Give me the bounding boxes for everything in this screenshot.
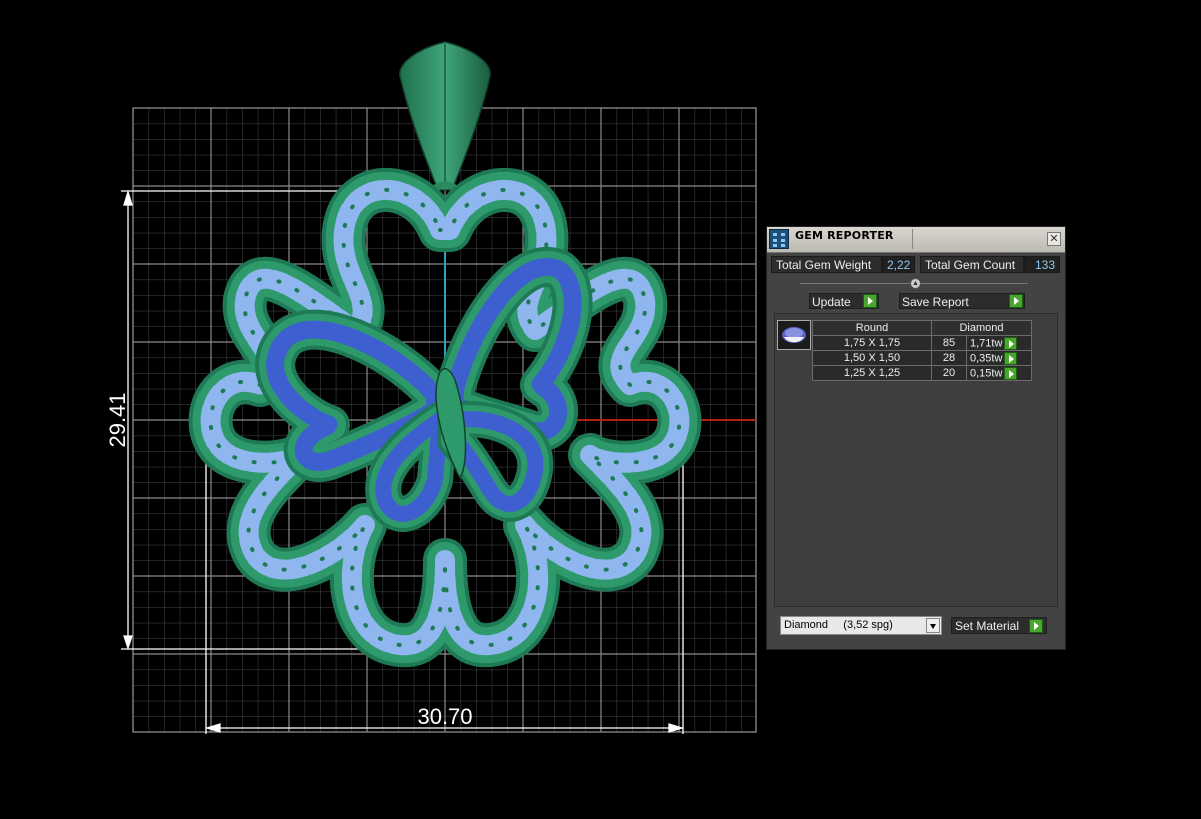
panel-titlebar[interactable]: GEM REPORTER ✕ xyxy=(767,227,1065,253)
gem-weight-label: 0,15tw xyxy=(970,366,1003,379)
title-divider xyxy=(912,229,913,249)
save-report-button-label: Save Report xyxy=(902,295,969,309)
gem-size-cell: 1,25 X 1,25 xyxy=(812,365,932,381)
gem-thumbnail[interactable] xyxy=(777,320,811,350)
gem-size-cell: 1,50 X 1,50 xyxy=(812,350,932,366)
update-button[interactable]: Update xyxy=(809,293,879,309)
total-gem-weight-label: Total Gem Weight xyxy=(771,256,882,273)
gem-size-cell: 1,75 X 1,75 xyxy=(812,335,932,351)
play-arrow-icon[interactable] xyxy=(1004,336,1018,350)
play-arrow-icon[interactable] xyxy=(1004,351,1018,365)
total-gem-weight-value: 2,22 xyxy=(882,256,915,273)
gem-count-cell: 20 xyxy=(931,365,967,381)
set-material-button-label: Set Material xyxy=(955,619,1020,633)
gem-weight-cell: 0,15tw xyxy=(966,365,1032,381)
table-row[interactable]: 1,25 X 1,25 20 0,15tw xyxy=(812,365,1032,381)
table-row[interactable]: 1,50 X 1,50 28 0,35tw xyxy=(812,350,1032,366)
update-button-label: Update xyxy=(812,295,851,309)
gem-reporter-panel: GEM REPORTER ✕ Total Gem Weight 2,22 Tot… xyxy=(766,226,1066,650)
save-report-button[interactable]: Save Report xyxy=(899,293,1025,309)
height-dimension-label: 29.41 xyxy=(105,392,130,447)
gem-weight-label: 1,71tw xyxy=(970,336,1003,349)
play-arrow-icon xyxy=(1009,294,1023,308)
gem-weight-cell: 1,71tw xyxy=(966,335,1032,351)
set-material-button[interactable]: Set Material xyxy=(951,617,1047,634)
gem-weight-label: 0,35tw xyxy=(970,351,1003,364)
play-arrow-icon[interactable] xyxy=(1004,366,1018,380)
width-dimension-label: 30.70 xyxy=(417,704,472,729)
table-row[interactable]: 1,75 X 1,75 85 1,71tw xyxy=(812,335,1032,351)
play-arrow-icon xyxy=(863,294,877,308)
column-header-shape: Round xyxy=(812,320,932,336)
material-select-value: Diamond (3,52 spg) xyxy=(784,619,893,631)
material-select[interactable]: Diamond (3,52 spg) xyxy=(780,616,942,635)
gem-count-cell: 85 xyxy=(931,335,967,351)
column-header-material: Diamond xyxy=(931,320,1032,336)
collapse-toggle-icon[interactable]: ▲ xyxy=(910,278,921,289)
gem-count-cell: 28 xyxy=(931,350,967,366)
play-arrow-icon xyxy=(1029,619,1043,633)
round-diamond-icon xyxy=(782,327,806,343)
gem-reporter-icon xyxy=(769,229,789,249)
chevron-down-icon[interactable] xyxy=(926,618,940,633)
total-gem-count-label: Total Gem Count xyxy=(920,256,1024,273)
table-header-row: Round Diamond xyxy=(812,320,1032,336)
gem-table: Round Diamond 1,75 X 1,75 85 1,71tw 1,50… xyxy=(812,320,1032,381)
panel-title: GEM REPORTER xyxy=(795,229,894,242)
total-gem-count-value: 133 xyxy=(1024,256,1060,273)
close-button[interactable]: ✕ xyxy=(1047,232,1061,246)
gem-weight-cell: 0,35tw xyxy=(966,350,1032,366)
